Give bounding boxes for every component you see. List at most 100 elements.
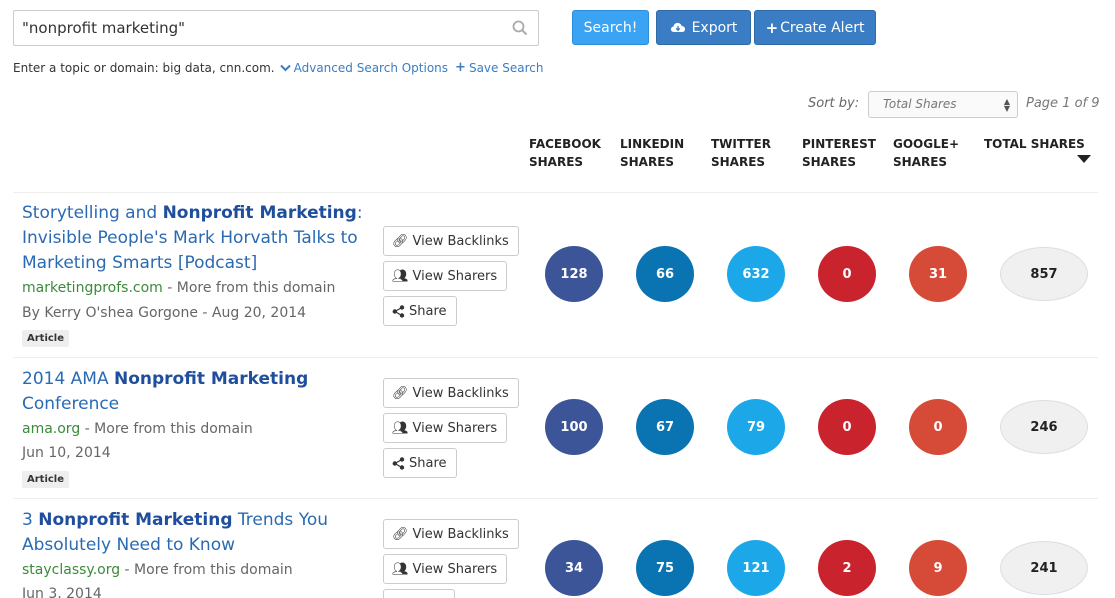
googleplus-shares-count[interactable]: 9 — [909, 540, 967, 596]
search-button-label: Search! — [583, 19, 638, 36]
users-icon: 👥︎ — [392, 268, 409, 284]
result-domain: marketingprofs.com - More from this doma… — [22, 280, 335, 296]
search-button[interactable]: Search! — [572, 10, 649, 45]
result-title-link[interactable]: 2014 AMA Nonprofit Marketing Conference — [22, 367, 322, 417]
linkedin-shares-count[interactable]: 66 — [636, 246, 694, 302]
cloud-download-icon — [670, 22, 685, 32]
column-header-pinterest[interactable]: PINTEREST SHARES — [802, 135, 876, 171]
share-button[interactable]: Share — [383, 296, 457, 326]
button-label: View Backlinks — [412, 233, 509, 249]
total-shares-count[interactable]: 246 — [1000, 400, 1088, 454]
search-hint: Enter a topic or domain: big data, cnn.c… — [13, 60, 543, 75]
button-label: View Backlinks — [412, 526, 509, 542]
share-button[interactable] — [383, 589, 455, 598]
more-from-domain-link[interactable]: - More from this domain — [163, 280, 335, 296]
view-sharers-button[interactable]: 👥︎ View Sharers — [383, 554, 508, 584]
column-header-line: SHARES — [529, 155, 584, 169]
column-header-facebook[interactable]: FACEBOOK SHARES — [529, 135, 601, 171]
export-button[interactable]: Export — [656, 10, 751, 45]
column-header-line: TWITTER — [711, 137, 771, 151]
total-shares-count[interactable]: 241 — [1000, 541, 1088, 595]
column-header-googleplus[interactable]: GOOGLE+ SHARES — [893, 135, 959, 171]
column-header-line: SHARES — [711, 155, 766, 169]
linkedin-shares-count[interactable]: 67 — [636, 399, 694, 455]
result-title-link[interactable]: Storytelling and Nonprofit Marketing: In… — [22, 201, 372, 276]
title-text: Storytelling and — [22, 203, 163, 223]
facebook-shares-count[interactable]: 100 — [545, 399, 603, 455]
save-search-link[interactable]: + Save Search — [455, 60, 543, 75]
view-sharers-button[interactable]: 👥︎ View Sharers — [383, 261, 508, 291]
column-header-linkedin[interactable]: LINKEDIN SHARES — [620, 135, 684, 171]
pinterest-shares-count[interactable]: 0 — [818, 399, 876, 455]
share-button[interactable]: Share — [383, 448, 457, 478]
create-alert-button[interactable]: + Create Alert — [754, 10, 876, 45]
pinterest-shares-count[interactable]: 0 — [818, 246, 876, 302]
column-header-line: FACEBOOK — [529, 137, 601, 151]
googleplus-shares-count[interactable]: 0 — [909, 399, 967, 455]
twitter-shares-count[interactable]: 632 — [727, 246, 785, 302]
more-from-domain-link[interactable]: - More from this domain — [80, 421, 253, 437]
button-label: View Sharers — [412, 561, 498, 577]
facebook-shares-count[interactable]: 128 — [545, 246, 603, 302]
button-label: View Sharers — [412, 420, 498, 436]
result-domain: stayclassy.org - More from this domain — [22, 562, 293, 578]
column-header-total[interactable]: TOTAL SHARES — [984, 135, 1085, 153]
view-backlinks-button[interactable]: 🔗︎ View Backlinks — [383, 519, 519, 549]
title-text: Conference — [22, 394, 120, 414]
title-highlight: Nonprofit Marketing — [114, 369, 309, 389]
column-header-line: SHARES — [893, 155, 948, 169]
export-button-label: Export — [691, 19, 738, 36]
view-sharers-button[interactable]: 👥︎ View Sharers — [383, 413, 508, 443]
search-icon[interactable] — [512, 20, 528, 36]
domain-link[interactable]: stayclassy.org — [22, 562, 120, 578]
sort-select-value: Total Shares — [883, 97, 957, 111]
plus-icon: + — [765, 18, 779, 37]
result-byline: Jun 10, 2014 — [22, 445, 111, 461]
content-type-badge: Article — [22, 330, 70, 347]
title-highlight: Nonprofit Marketing — [38, 510, 233, 530]
domain-link[interactable]: marketingprofs.com — [22, 280, 163, 296]
facebook-shares-count[interactable]: 34 — [545, 540, 603, 596]
result-title-link[interactable]: 3 Nonprofit Marketing Trends You Absolut… — [22, 508, 342, 558]
result-domain: ama.org - More from this domain — [22, 421, 253, 437]
title-highlight: Nonprofit Marketing — [162, 203, 357, 223]
sort-by-label: Sort by: — [808, 96, 860, 111]
plus-icon: + — [455, 60, 466, 75]
divider — [13, 357, 1098, 358]
view-backlinks-button[interactable]: 🔗︎ View Backlinks — [383, 226, 519, 256]
view-backlinks-button[interactable]: 🔗︎ View Backlinks — [383, 378, 519, 408]
twitter-shares-count[interactable]: 121 — [727, 540, 785, 596]
button-label: Share — [409, 455, 447, 471]
link-icon: 🔗︎ — [392, 233, 409, 249]
column-header-line: TOTAL SHARES — [984, 137, 1085, 151]
search-input[interactable] — [22, 17, 502, 39]
pinterest-shares-count[interactable]: 2 — [818, 540, 876, 596]
updown-arrows-icon: ▲ ▼ — [1003, 97, 1010, 113]
button-label: View Sharers — [412, 268, 498, 284]
column-header-twitter[interactable]: TWITTER SHARES — [711, 135, 771, 171]
more-from-domain-link[interactable]: - More from this domain — [120, 562, 293, 578]
title-text: 3 — [22, 510, 39, 530]
googleplus-shares-count[interactable]: 31 — [909, 246, 967, 302]
domain-link[interactable]: ama.org — [22, 421, 80, 437]
twitter-shares-count[interactable]: 79 — [727, 399, 785, 455]
link-icon: 🔗︎ — [392, 385, 409, 401]
hint-text: Enter a topic or domain: big data, cnn.c… — [13, 60, 275, 75]
save-search-label: Save Search — [468, 60, 544, 75]
chevron-down-icon — [279, 64, 291, 71]
search-box[interactable] — [13, 10, 539, 46]
page-indicator: Page 1 of 9 — [1026, 96, 1100, 111]
button-label: View Backlinks — [412, 385, 509, 401]
advanced-search-label: Advanced Search Options — [293, 60, 449, 75]
users-icon: 👥︎ — [392, 561, 409, 577]
sort-select[interactable]: Total Shares ▲ ▼ — [868, 91, 1018, 118]
share-icon — [392, 456, 405, 470]
content-type-badge: Article — [22, 471, 70, 488]
sort-desc-icon[interactable] — [1077, 155, 1091, 163]
advanced-search-link[interactable]: Advanced Search Options — [279, 60, 449, 75]
divider — [13, 192, 1098, 193]
share-icon — [392, 304, 405, 318]
result-byline: Jun 3, 2014 — [22, 586, 102, 598]
total-shares-count[interactable]: 857 — [1000, 247, 1088, 301]
linkedin-shares-count[interactable]: 75 — [636, 540, 694, 596]
